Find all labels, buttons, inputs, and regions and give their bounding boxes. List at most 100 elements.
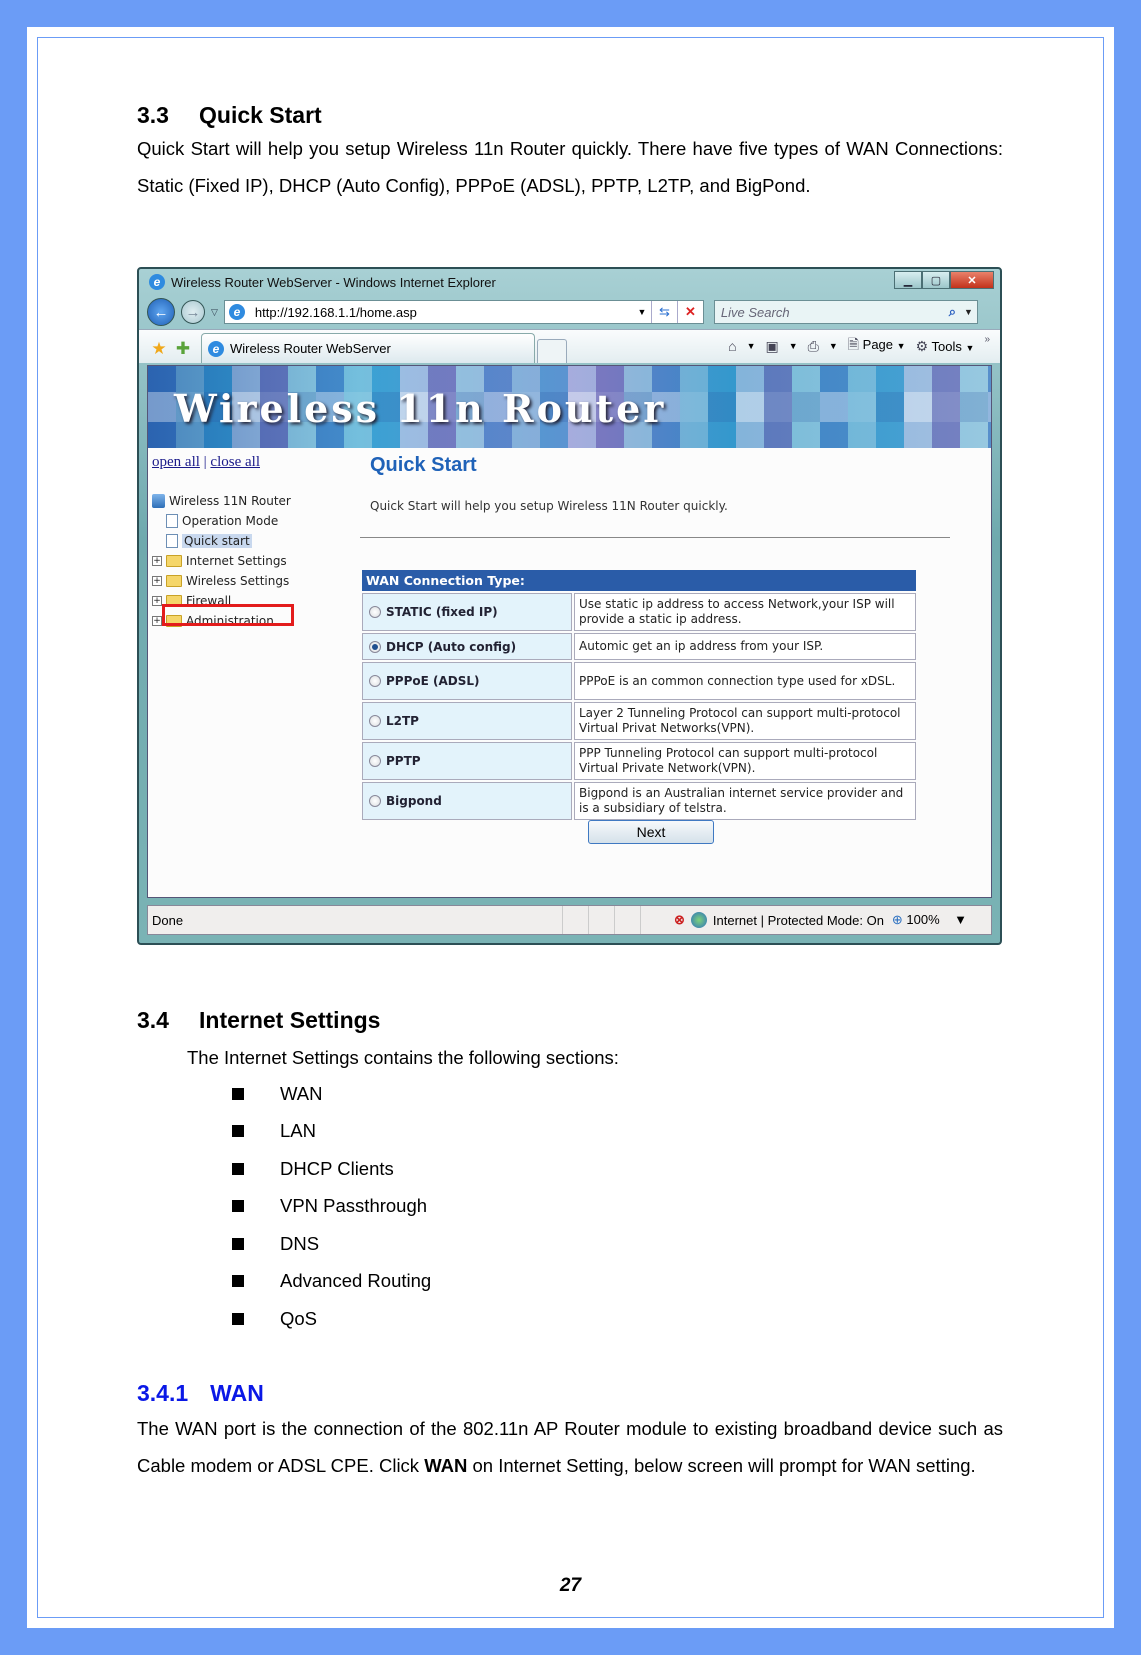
table-row: Bigpond Bigpond is an Australian interne… (362, 782, 916, 820)
tree-item-internet-settings[interactable]: + Internet Settings (152, 551, 358, 571)
search-box[interactable]: Live Search ⌕ ▼ (713, 300, 978, 324)
new-tab-button[interactable] (537, 339, 567, 363)
option-pptp[interactable]: PPTP (362, 742, 572, 780)
address-bar[interactable]: e http://192.168.1.1/home.asp ▼ ⇆ ✕ (223, 300, 704, 324)
table-header: WAN Connection Type: (362, 570, 916, 591)
option-description: Layer 2 Tunneling Protocol can support m… (574, 702, 916, 740)
option-description: Use static ip address to access Network,… (574, 593, 916, 631)
section-heading: 3.4 Internet Settings (137, 1005, 619, 1035)
window-title: Wireless Router WebServer - Windows Inte… (171, 274, 496, 290)
stop-icon[interactable]: ✕ (676, 301, 703, 323)
subsection-heading: 3.4.1 WAN (137, 1378, 1003, 1408)
page-icon: 🗎 (847, 336, 860, 352)
feeds-dropdown-icon[interactable]: ▼ (789, 341, 798, 351)
radio-button-selected[interactable] (369, 640, 381, 653)
close-icon[interactable]: ✕ (950, 271, 994, 289)
more-chevron-icon[interactable]: » (984, 334, 990, 345)
list-item-label: LAN (280, 1120, 316, 1142)
section-heading: 3.3 Quick Start (137, 100, 1003, 130)
minimize-icon[interactable]: ▁ (894, 271, 922, 289)
refresh-icon[interactable]: ⇆ (650, 301, 677, 323)
tree-item-wireless-settings[interactable]: + Wireless Settings (152, 571, 358, 591)
print-icon[interactable]: ⎙ (808, 338, 819, 355)
tree-item-operation-mode[interactable]: Operation Mode (152, 511, 358, 531)
expand-icon[interactable]: + (152, 616, 162, 626)
search-icon[interactable]: ⌕ (949, 304, 956, 320)
status-cell (640, 906, 666, 934)
quick-start-panel: Quick Start Quick Start will help you se… (360, 448, 991, 899)
option-label: Bigpond (386, 794, 442, 808)
square-bullet-icon (232, 1162, 244, 1175)
radio-button[interactable] (369, 755, 381, 767)
expand-icon[interactable]: + (152, 556, 162, 566)
radio-button[interactable] (369, 715, 381, 727)
maximize-icon[interactable]: ▢ (922, 271, 950, 289)
option-description: PPPoE is an common connection type used … (574, 662, 916, 700)
tree-root[interactable]: Wireless 11N Router (152, 491, 358, 511)
home-dropdown-icon[interactable]: ▼ (747, 341, 756, 351)
radio-button[interactable] (369, 795, 381, 807)
section-3-4: 3.4 Internet Settings The Internet Setti… (137, 1005, 619, 1338)
next-button[interactable]: Next (588, 820, 714, 844)
search-placeholder[interactable]: Live Search (721, 305, 949, 320)
option-pppoe[interactable]: PPPoE (ADSL) (362, 662, 572, 700)
square-bullet-icon (232, 1312, 244, 1325)
close-all-link[interactable]: close all (210, 454, 260, 470)
gear-icon: ⚙ (915, 337, 929, 354)
body-text: on Internet Setting, below screen will p… (467, 1455, 976, 1476)
list-item-label: Advanced Routing (280, 1270, 432, 1292)
tools-dropdown-icon: ▼ (965, 342, 975, 353)
status-cell (588, 906, 614, 934)
page-favicon-icon: e (228, 304, 245, 320)
section-3-3: 3.3 Quick Start Quick Start will help yo… (137, 100, 1003, 204)
back-arrow-icon[interactable]: ← (147, 298, 175, 326)
section-number: 3.3 (137, 102, 169, 128)
add-favorite-icon[interactable]: ✚ (171, 335, 195, 363)
window-titlebar: e Wireless Router WebServer - Windows In… (139, 269, 1000, 295)
feeds-icon[interactable]: ▣ (765, 338, 778, 355)
list-item-label: WAN (280, 1082, 323, 1104)
address-dropdown-icon[interactable]: ▼ (633, 307, 651, 317)
zoom-level: 100% (906, 912, 940, 927)
option-static[interactable]: STATIC (fixed IP) (362, 593, 572, 631)
browser-screenshot: e Wireless Router WebServer - Windows In… (137, 267, 1002, 945)
url-text[interactable]: http://192.168.1.1/home.asp (255, 305, 633, 320)
option-label: DHCP (Auto config) (386, 639, 517, 654)
list-item: DHCP Clients (232, 1150, 619, 1188)
option-l2tp[interactable]: L2TP (362, 702, 572, 740)
history-dropdown-icon[interactable]: ▽ (211, 307, 218, 318)
body-bold-term: WAN (424, 1455, 468, 1476)
page-menu-label: Page (862, 337, 894, 352)
option-dhcp[interactable]: DHCP (Auto config) (362, 633, 572, 660)
forward-arrow-icon[interactable]: → (181, 300, 205, 324)
square-bullet-icon (232, 1275, 244, 1288)
status-cell (562, 906, 588, 934)
subsection-number: 3.4.1 (137, 1380, 189, 1406)
open-all-link[interactable]: open all (152, 454, 200, 470)
option-bigpond[interactable]: Bigpond (362, 782, 572, 820)
expand-icon[interactable]: + (152, 576, 162, 586)
router-icon (152, 494, 165, 508)
highlight-box (162, 604, 294, 626)
favorites-star-icon[interactable]: ★ (147, 335, 171, 363)
tools-menu[interactable]: ⚙ Tools ▼ (916, 338, 975, 355)
banner-title: Wireless 11n Router (174, 386, 667, 431)
page-menu[interactable]: 🗎 Page ▼ (848, 334, 906, 358)
nav-tree: open all | close all Wireless 11N Router… (148, 448, 358, 899)
print-dropdown-icon[interactable]: ▼ (829, 341, 838, 351)
router-banner: Wireless 11n Router (148, 366, 991, 448)
home-icon[interactable]: ⌂ (728, 338, 736, 354)
zoom-control[interactable]: ⊕ 100% ▼ (892, 912, 967, 928)
security-zone[interactable]: Internet | Protected Mode: On (713, 913, 892, 928)
tab-wireless-router[interactable]: e Wireless Router WebServer (201, 333, 535, 363)
search-dropdown-icon[interactable]: ▼ (964, 307, 973, 317)
tree-item-quick-start[interactable]: Quick start (152, 531, 358, 551)
tab-favicon-icon: e (208, 340, 224, 357)
option-description: Automic get an ip address from your ISP. (574, 633, 916, 660)
expand-icon[interactable]: + (152, 596, 162, 606)
section-3-4-1: 3.4.1 WAN The WAN port is the connection… (137, 1378, 1003, 1484)
radio-button[interactable] (369, 675, 381, 687)
panel-description: Quick Start will help you setup Wireless… (370, 499, 728, 513)
radio-button[interactable] (369, 606, 381, 618)
popup-blocked-icon[interactable]: ⊗ (674, 912, 685, 928)
